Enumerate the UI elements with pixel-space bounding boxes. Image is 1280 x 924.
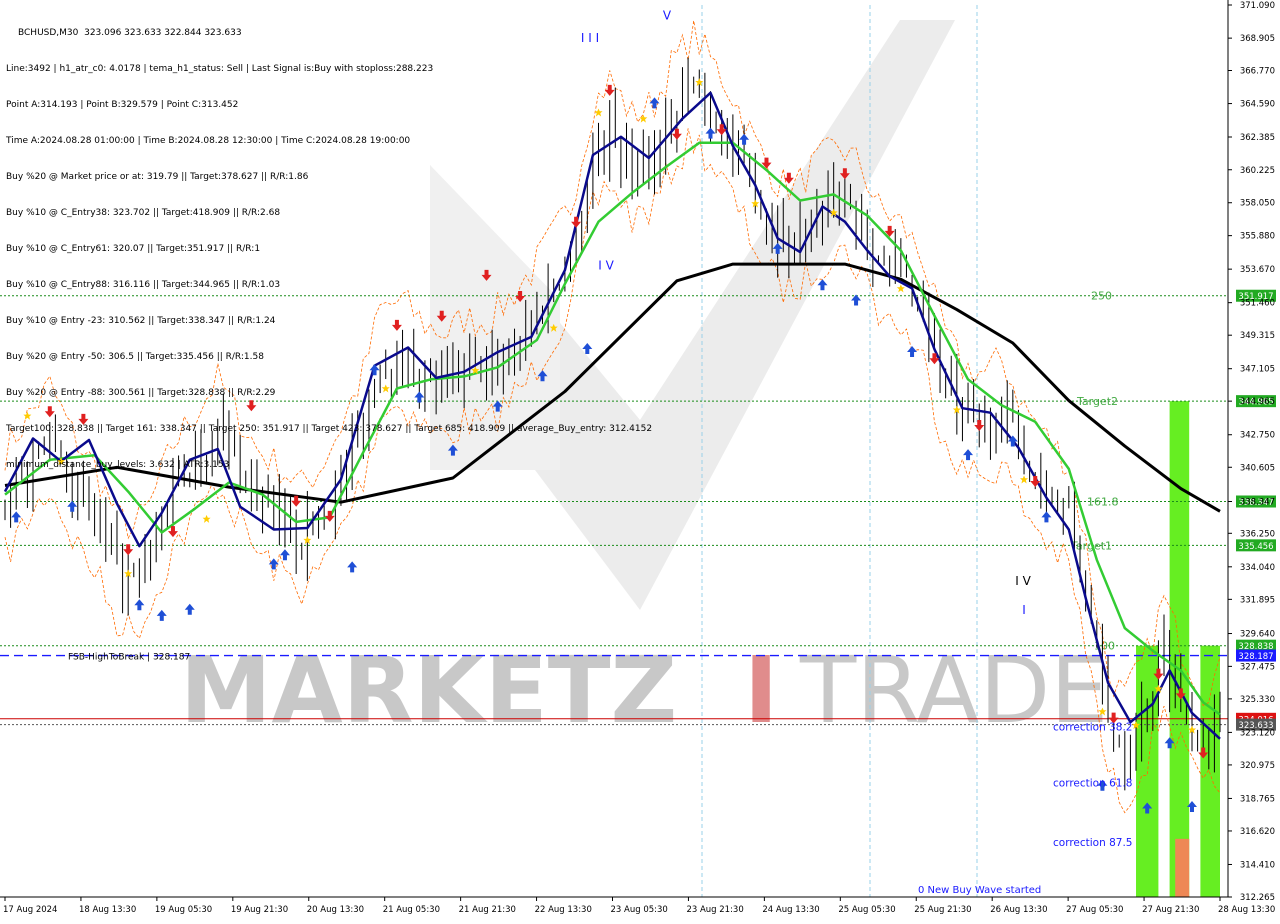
entry-bar [1175,838,1190,897]
info-line: Buy %10 @ C_Entry61: 320.07 || Target:35… [6,244,261,254]
info-line: Point A:314.193 | Point B:329.579 | Poin… [6,100,239,110]
y-tick-label: 342.750 [1240,431,1275,441]
y-tick-label: 338.347 [1240,498,1275,508]
target-bar [1200,645,1220,897]
info-line: Buy %20 @ Entry -88: 300.561 || Target:3… [6,388,276,398]
y-tick-label: 351.460 [1240,299,1275,309]
wave-annotation: 0 New Buy Wave started [918,885,1041,896]
y-tick-label: 364.590 [1240,100,1275,110]
y-tick-label: 344.965 [1240,397,1275,407]
y-tick-label: 316.620 [1240,827,1275,837]
x-tick-label: 27 Aug 21:30 [1142,905,1199,915]
y-tick-label: 347.105 [1240,365,1275,375]
info-line: minimum_distance_buy_levels: 3.632 | ATR… [6,460,230,470]
x-tick-label: 21 Aug 05:30 [383,905,440,915]
info-line: Buy %10 @ C_Entry38: 323.702 || Target:4… [6,208,281,218]
wave-annotation: correction 38.2 [1053,722,1132,734]
y-tick-label: 353.670 [1240,265,1275,275]
target-bar [1169,401,1190,897]
symbol-title: BCHUSD,M30 323.096 323.633 322.844 323.6… [18,28,242,38]
y-tick-label: 358.050 [1240,199,1275,209]
y-tick-label: 371.090 [1240,1,1275,11]
y-tick-label: 340.605 [1240,463,1275,473]
y-tick-label: 331.895 [1240,595,1275,605]
y-tick-label: 334.040 [1240,563,1275,573]
wave-annotation: I [1022,603,1026,617]
x-tick-label: 20 Aug 13:30 [307,905,364,915]
price-tag-text: 328.187 [1238,652,1273,662]
wave-annotation: I V [1015,574,1031,588]
x-tick-label: 27 Aug 05:30 [1066,905,1123,915]
watermark-text: I [744,637,778,744]
level-label: FSB-HighToBreak | 328.187 [68,653,190,663]
x-tick-label: 17 Aug 2024 [3,905,57,915]
x-tick-label: 19 Aug 21:30 [231,905,288,915]
y-tick-label: 323.120 [1240,728,1275,738]
x-tick-label: 28 Aug 13:30 [1218,905,1275,915]
y-tick-label: 320.975 [1240,761,1275,771]
y-tick-label: 329.640 [1240,630,1275,640]
info-line: Buy %20 @ Entry -50: 306.5 || Target:335… [6,352,264,362]
y-tick-label: 336.250 [1240,529,1275,539]
wave-annotation: V [663,8,672,22]
x-tick-label: 23 Aug 05:30 [611,905,668,915]
x-tick-label: 19 Aug 05:30 [155,905,212,915]
info-panel: BCHUSD,M30 323.096 323.633 322.844 323.6… [6,3,652,483]
watermark-text: MARKETZ [180,637,677,744]
y-tick-label: 318.765 [1240,794,1275,804]
info-line: Buy %10 @ Entry -23: 310.562 || Target:3… [6,316,276,326]
y-tick-label: 360.225 [1240,166,1275,176]
wave-annotation: correction 87.5 [1053,837,1132,849]
y-tick-label: 355.880 [1240,232,1275,242]
info-line: Line:3492 | h1_atr_c0: 4.0178 | tema_h1_… [6,64,434,74]
y-tick-label: 366.770 [1240,67,1275,77]
y-tick-label: 349.315 [1240,331,1275,341]
info-line: Target100: 328.838 || Target 161: 338.34… [6,424,653,434]
y-tick-label: 362.385 [1240,133,1275,143]
x-tick-label: 25 Aug 05:30 [838,905,895,915]
y-tick-label: 325.330 [1240,695,1275,705]
info-line: Buy %20 @ Market price or at: 319.79 || … [6,172,309,182]
price-tag-text: 335.456 [1238,542,1273,552]
info-line: Buy %10 @ C_Entry88: 316.116 || Target:3… [6,280,281,290]
level-label: 161.8 [1087,496,1119,509]
x-tick-label: 24 Aug 13:30 [762,905,819,915]
y-tick-label: 312.265 [1240,893,1275,903]
x-tick-label: 21 Aug 21:30 [459,905,516,915]
x-tick-label: 25 Aug 21:30 [914,905,971,915]
y-tick-label: 327.475 [1240,662,1275,672]
x-tick-label: 26 Aug 13:30 [990,905,1047,915]
level-label: 250 [1091,290,1112,303]
y-tick-label: 314.410 [1240,860,1275,870]
level-label: Target2 [1076,395,1118,408]
wave-annotation: correction 61.8 [1053,778,1132,790]
x-tick-label: 23 Aug 21:30 [686,905,743,915]
y-tick-label: 368.905 [1240,34,1275,44]
x-tick-label: 18 Aug 13:30 [79,905,136,915]
info-line: Time A:2024.08.28 01:00:00 | Time B:2024… [6,136,411,146]
x-tick-label: 22 Aug 13:30 [535,905,592,915]
